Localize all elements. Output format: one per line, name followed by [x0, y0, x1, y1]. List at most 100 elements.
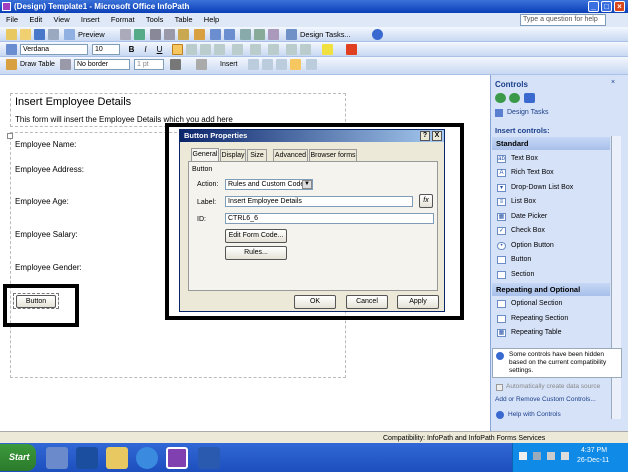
print-preview-icon[interactable]: [120, 29, 131, 40]
align-right-icon[interactable]: [200, 44, 211, 55]
cancel-button[interactable]: Cancel: [346, 295, 388, 309]
control-drop-down-list[interactable]: ▾ Drop-Down List Box: [497, 181, 617, 195]
forward-icon[interactable]: [509, 93, 520, 103]
form-button[interactable]: Button: [16, 295, 56, 308]
control-section[interactable]: Section: [497, 268, 617, 282]
control-repeating-section[interactable]: Repeating Section: [497, 312, 617, 326]
design-tasks-link[interactable]: Design Tasks: [507, 109, 549, 116]
bullets-icon[interactable]: [268, 44, 279, 55]
control-optional-section[interactable]: Optional Section: [497, 297, 617, 311]
italic-icon[interactable]: I: [140, 44, 151, 55]
volume-icon[interactable]: [547, 452, 555, 460]
cut-icon[interactable]: [150, 29, 161, 40]
control-repeating-table[interactable]: ▦ Repeating Table: [497, 326, 617, 340]
draw-table-icon[interactable]: [6, 59, 17, 70]
format-painter-icon[interactable]: [194, 29, 205, 40]
tab-advanced[interactable]: Advanced: [273, 149, 308, 161]
line-spacing-icon[interactable]: [232, 44, 243, 55]
menu-file[interactable]: File: [6, 15, 18, 24]
control-list-box[interactable]: ≡ List Box: [497, 195, 617, 209]
eraser-icon[interactable]: [60, 59, 71, 70]
align-left-icon[interactable]: [172, 44, 183, 55]
close-button[interactable]: ×: [614, 1, 625, 12]
repeating-section-header[interactable]: Repeating and Optional: [492, 283, 610, 296]
fx-button[interactable]: fx: [419, 194, 433, 208]
label-input[interactable]: Insert Employee Details: [225, 196, 413, 207]
shading-icon[interactable]: [196, 59, 207, 70]
help-with-controls-link[interactable]: Help with Controls: [508, 411, 561, 418]
infopath-taskbar-icon[interactable]: [166, 447, 188, 469]
design-tasks-icon[interactable]: [286, 29, 297, 40]
word-icon[interactable]: [198, 447, 220, 469]
paste-icon[interactable]: [178, 29, 189, 40]
tab-browser-forms[interactable]: Browser forms: [309, 149, 357, 161]
standard-section-header[interactable]: Standard: [492, 137, 610, 150]
chevron-down-icon[interactable]: ▼: [302, 180, 312, 189]
split-cells-icon[interactable]: [262, 59, 273, 70]
action-select[interactable]: Rules and Custom Code: [225, 179, 313, 190]
internet-explorer-icon[interactable]: [136, 447, 158, 469]
control-rich-text-box[interactable]: A Rich Text Box: [497, 166, 617, 180]
start-button[interactable]: Start: [0, 444, 36, 471]
undo-icon[interactable]: [210, 29, 221, 40]
edit-form-code-button[interactable]: Edit Form Code...: [225, 229, 287, 243]
design-tasks-button[interactable]: Design Tasks...: [300, 30, 351, 39]
taskpane-close-icon[interactable]: ×: [611, 79, 620, 88]
increase-indent-icon[interactable]: [300, 44, 311, 55]
font-color-icon[interactable]: [346, 44, 357, 55]
auto-create-checkbox[interactable]: [496, 384, 503, 391]
spelling-icon[interactable]: [134, 29, 145, 40]
tab-display[interactable]: Display: [220, 149, 246, 161]
merge-cells-icon[interactable]: [248, 59, 259, 70]
align-center-icon[interactable]: [186, 44, 197, 55]
id-input[interactable]: CTRL6_6: [225, 213, 434, 224]
align-top-icon[interactable]: [276, 59, 287, 70]
border-width-select[interactable]: 1 pt: [134, 59, 164, 70]
control-check-box[interactable]: ✓ Check Box: [497, 224, 617, 238]
hyperlink-icon[interactable]: [268, 29, 279, 40]
rules-button[interactable]: Rules...: [225, 246, 287, 260]
preview-button[interactable]: Preview: [78, 30, 105, 39]
explorer-icon[interactable]: [106, 447, 128, 469]
insert-table-button[interactable]: Insert: [220, 61, 238, 68]
table-properties-icon[interactable]: [306, 59, 317, 70]
network-icon[interactable]: [533, 452, 541, 460]
preview-icon[interactable]: [64, 29, 75, 40]
border-style-select[interactable]: No border: [74, 59, 130, 70]
align-middle-icon[interactable]: [290, 59, 301, 70]
control-text-box[interactable]: ab Text Box: [497, 152, 617, 166]
control-date-picker[interactable]: ▦ Date Picker: [497, 210, 617, 224]
flag-icon[interactable]: [519, 452, 527, 460]
menu-help[interactable]: Help: [204, 15, 219, 24]
justify-icon[interactable]: [214, 44, 225, 55]
back-icon[interactable]: [495, 93, 506, 103]
font-name-select[interactable]: Verdana: [20, 44, 88, 55]
menu-table[interactable]: Table: [175, 15, 193, 24]
server-manager-icon[interactable]: [46, 447, 68, 469]
menu-format[interactable]: Format: [111, 15, 135, 24]
section-handle[interactable]: [7, 133, 13, 139]
ok-button[interactable]: OK: [294, 295, 336, 309]
control-option-button[interactable]: • Option Button: [497, 239, 617, 253]
print-icon[interactable]: [48, 29, 59, 40]
open-icon[interactable]: [20, 29, 31, 40]
insert-picture-icon[interactable]: [254, 29, 265, 40]
tray-icon[interactable]: [561, 452, 569, 460]
home-icon[interactable]: [524, 93, 535, 103]
highlight-icon[interactable]: [322, 44, 333, 55]
dialog-close-button[interactable]: X: [432, 131, 442, 141]
menu-view[interactable]: View: [54, 15, 70, 24]
help-search-input[interactable]: Type a question for help: [520, 14, 606, 26]
menu-edit[interactable]: Edit: [29, 15, 42, 24]
decrease-indent-icon[interactable]: [286, 44, 297, 55]
redo-icon[interactable]: [224, 29, 235, 40]
menu-insert[interactable]: Insert: [81, 15, 100, 24]
font-size-select[interactable]: 10: [92, 44, 120, 55]
tab-size[interactable]: Size: [247, 149, 267, 161]
menu-tools[interactable]: Tools: [146, 15, 164, 24]
minimize-button[interactable]: _: [588, 1, 599, 12]
draw-table-button[interactable]: Draw Table: [20, 61, 55, 68]
border-color-icon[interactable]: [170, 59, 181, 70]
underline-icon[interactable]: U: [154, 44, 165, 55]
clock-date[interactable]: 26-Dec-11: [577, 457, 609, 464]
